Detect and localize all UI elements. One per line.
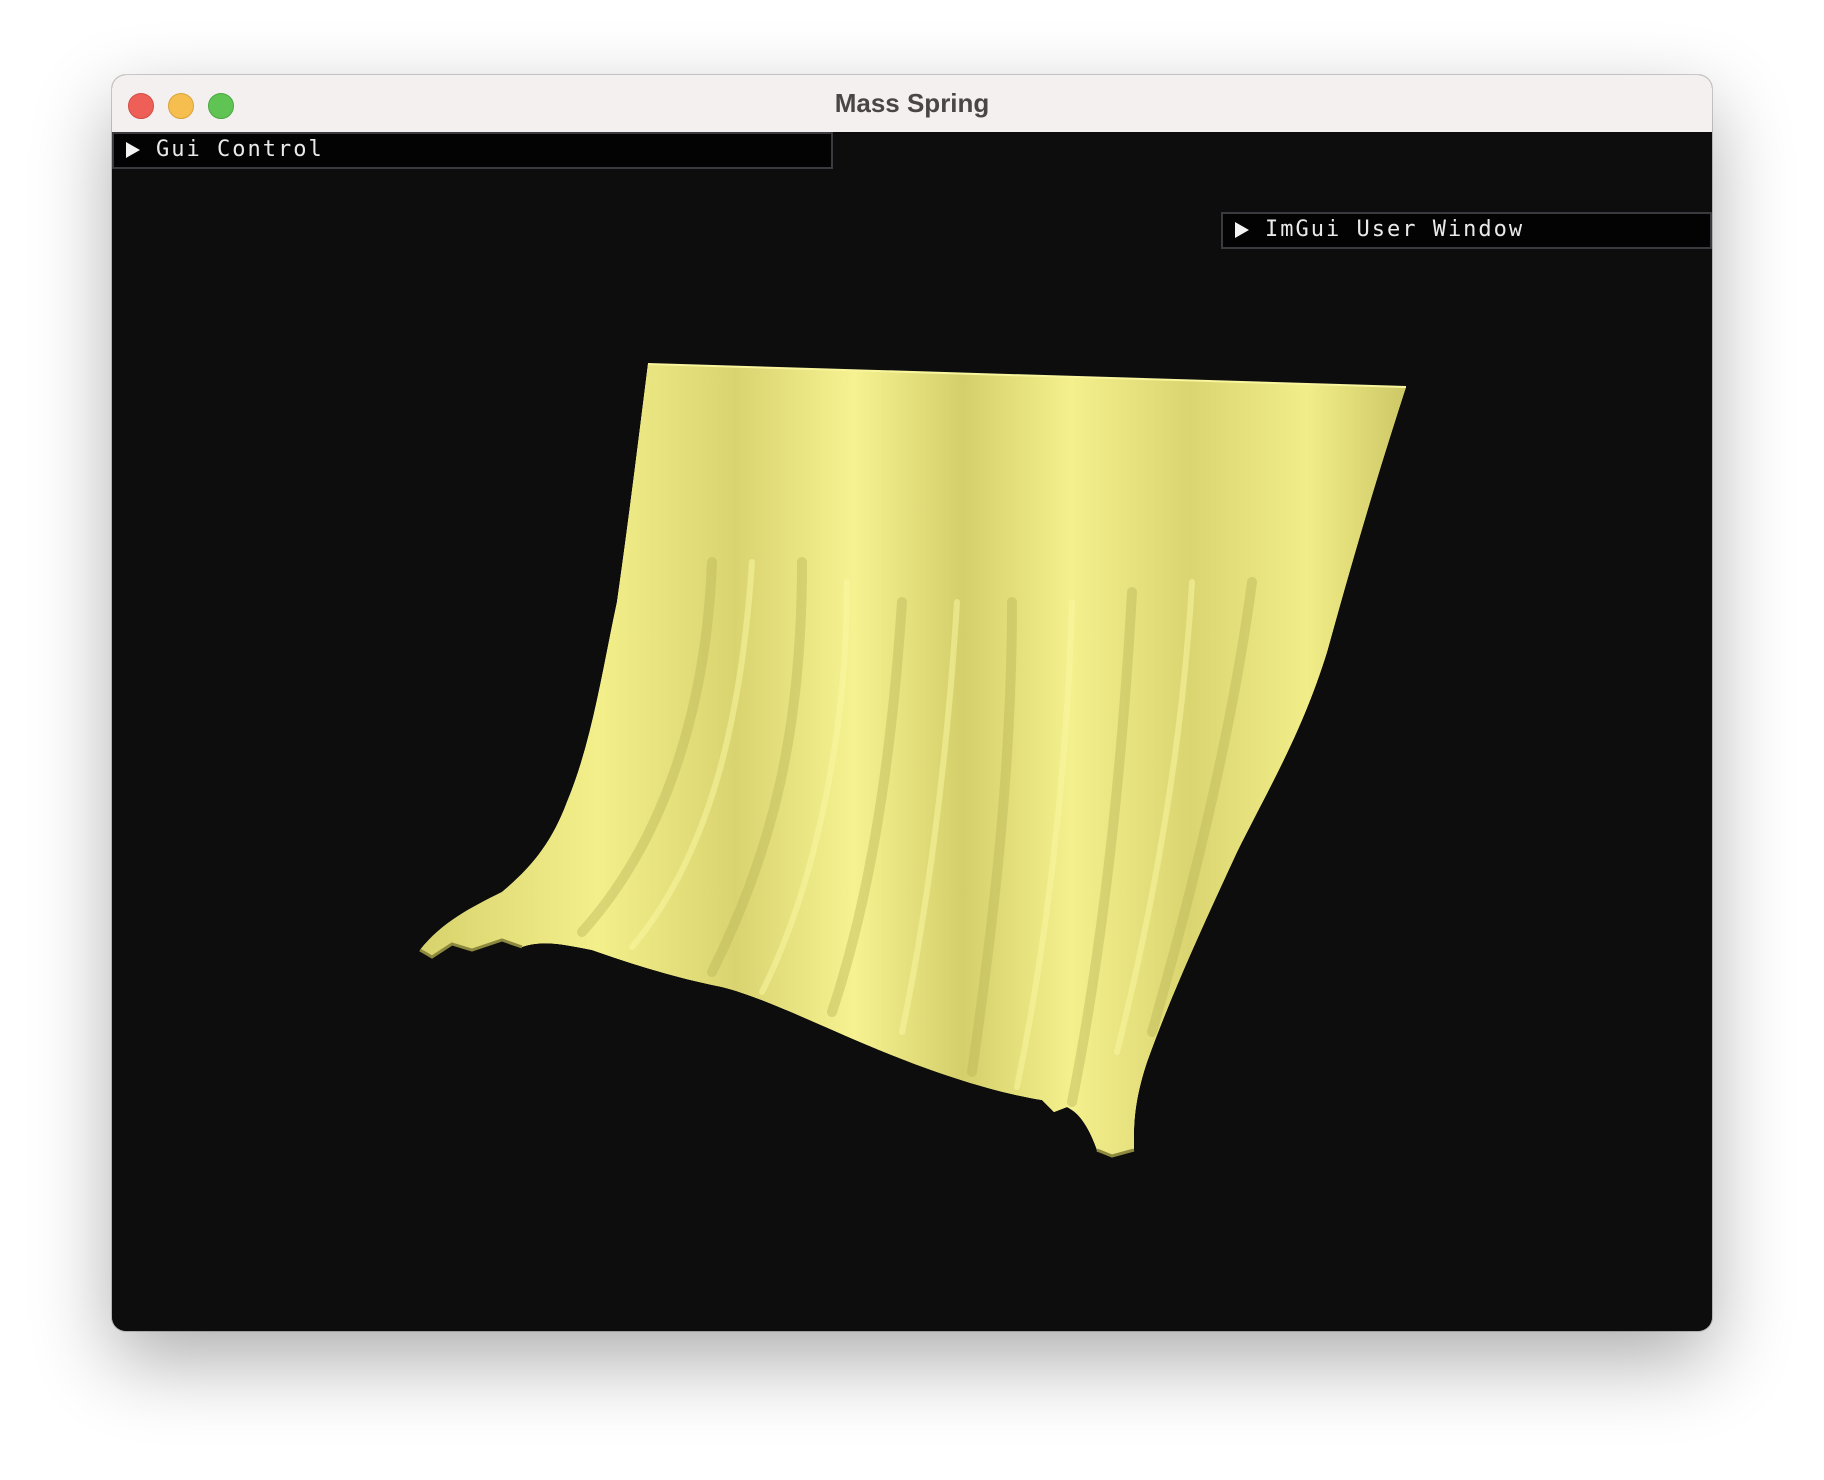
cloth-mesh[interactable] [112, 132, 1712, 1331]
gui-control-panel[interactable]: Gui Control [112, 132, 833, 169]
user-window-label: ImGui User Window [1265, 217, 1525, 242]
imgui-user-window-panel[interactable]: ImGui User Window [1221, 212, 1712, 249]
title-bar[interactable]: Mass Spring [112, 75, 1712, 133]
triangle-right-icon[interactable] [1235, 222, 1249, 238]
render-viewport[interactable]: Gui Control ImGui User Window [112, 132, 1712, 1331]
window-title: Mass Spring [834, 88, 990, 118]
app-window: Mass Spring Gui Control ImGui User Windo… [112, 75, 1712, 1331]
triangle-right-icon[interactable] [126, 142, 140, 158]
gui-control-label: Gui Control [156, 137, 324, 162]
